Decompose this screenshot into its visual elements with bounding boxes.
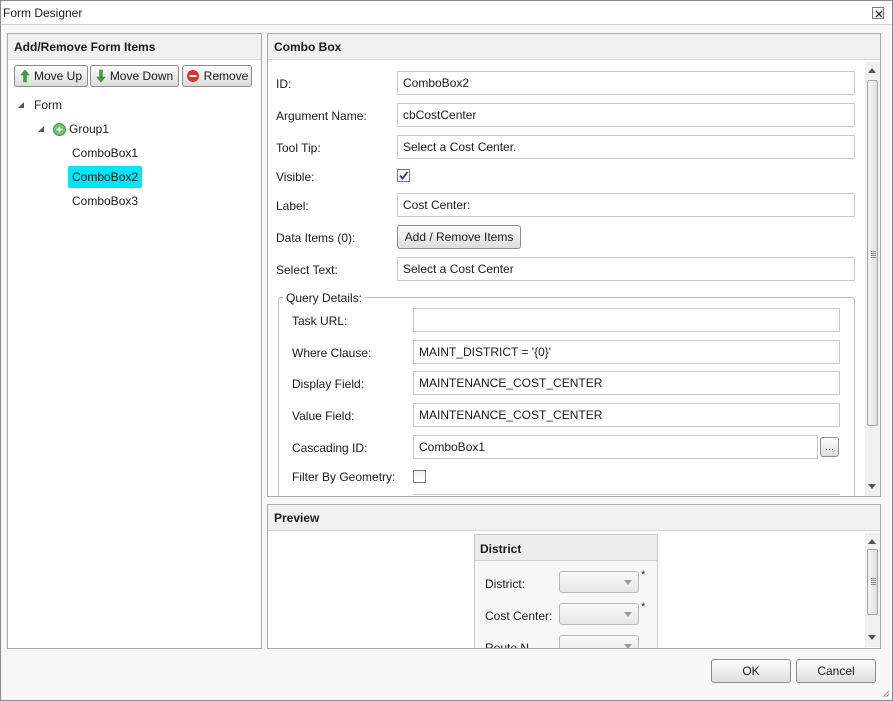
tree-node-combobox3[interactable]: ComboBox3	[72, 190, 138, 212]
tree-node-group1-label: Group1	[69, 122, 110, 136]
group-add-icon	[53, 123, 66, 136]
scroll-down-arrow[interactable]	[868, 484, 876, 489]
combo-box-properties-panel: Combo Box ID: Argument Name: Tool Tip: V…	[267, 33, 881, 497]
browse-label: ...	[824, 441, 835, 453]
resize-grip-icon[interactable]	[880, 688, 890, 698]
scroll-up-arrow[interactable]	[868, 68, 876, 73]
close-icon	[875, 10, 883, 18]
where-clause-label: Where Clause:	[292, 346, 372, 360]
tree-node-label: ComboBox1	[72, 146, 139, 160]
checkmark-icon	[399, 171, 409, 180]
filter-by-geometry-checkbox[interactable]	[413, 470, 426, 483]
scroll-down-arrow[interactable]	[868, 635, 876, 640]
cascading-id-field[interactable]	[413, 435, 818, 459]
visible-label: Visible:	[276, 170, 315, 184]
preview-panel: Preview District District: * Cost Center…	[267, 504, 881, 649]
preview-district-card: District District: * Cost Center: * Rout…	[474, 534, 658, 649]
where-clause-field[interactable]	[413, 340, 840, 364]
id-field[interactable]	[397, 71, 855, 95]
arrow-down-icon	[96, 69, 106, 83]
cancel-button[interactable]: Cancel	[796, 659, 876, 683]
move-down-label: Move Down	[109, 69, 174, 83]
visible-checkbox[interactable]	[397, 169, 410, 182]
preview-district-dropdown[interactable]	[559, 571, 639, 593]
combo-box-header: Combo Box	[268, 34, 880, 60]
tree-node-label: ComboBox2	[72, 170, 139, 184]
display-field-label: Display Field:	[292, 377, 365, 391]
expand-triangle-icon[interactable]	[17, 101, 25, 109]
arrow-up-icon	[20, 69, 30, 83]
required-star: *	[641, 601, 646, 613]
window-title: Form Designer	[3, 6, 83, 20]
tool-tip-label: Tool Tip:	[276, 141, 321, 155]
preview-route-dropdown[interactable]	[559, 635, 639, 648]
preview-card-title: District	[475, 535, 657, 561]
form-designer-window: Form Designer Add/Remove Form Items Move…	[0, 0, 893, 701]
preview-district-label: District:	[485, 577, 525, 591]
data-items-label: Data Items (0):	[276, 231, 356, 245]
cascading-id-browse-button[interactable]: ...	[820, 437, 839, 457]
label-label: Label:	[276, 199, 309, 213]
dropdown-caret-icon	[624, 644, 632, 648]
tree-node-combobox1[interactable]: ComboBox1	[72, 142, 138, 164]
task-url-label: Task URL:	[292, 314, 348, 328]
tool-tip-field[interactable]	[397, 135, 855, 159]
remove-button[interactable]: Remove	[182, 65, 252, 87]
expand-triangle-icon[interactable]	[37, 125, 45, 133]
cascading-id-label: Cascading ID:	[292, 441, 368, 455]
tree-node-combobox2[interactable]: ComboBox2	[68, 166, 143, 188]
dropdown-caret-icon	[624, 580, 632, 585]
argument-name-label: Argument Name:	[276, 109, 367, 123]
display-field-field[interactable]	[413, 371, 840, 395]
value-field-field[interactable]	[413, 403, 840, 427]
scroll-thumb[interactable]	[867, 80, 878, 426]
tree-node-form[interactable]: Form	[34, 94, 62, 116]
close-button[interactable]	[872, 7, 884, 19]
next-field-edge	[413, 494, 840, 495]
move-up-button[interactable]: Move Up	[14, 65, 88, 87]
preview-header: Preview	[268, 505, 880, 531]
value-field-label: Value Field:	[292, 409, 355, 423]
cancel-label: Cancel	[817, 664, 855, 678]
properties-scrollbar[interactable]	[865, 62, 880, 496]
remove-label: Remove	[203, 69, 249, 83]
form-items-panel: Add/Remove Form Items Move Up Move Down …	[7, 33, 262, 649]
filter-by-geometry-label: Filter By Geometry:	[292, 470, 396, 484]
task-url-field[interactable]	[413, 308, 840, 332]
select-text-field[interactable]	[397, 257, 855, 281]
dropdown-caret-icon	[624, 612, 632, 617]
preview-scrollbar[interactable]	[865, 533, 880, 647]
scroll-up-arrow[interactable]	[868, 539, 876, 544]
title-bar: Form Designer	[1, 1, 892, 25]
scroll-thumb[interactable]	[867, 549, 878, 615]
id-label: ID:	[276, 77, 292, 91]
form-items-header: Add/Remove Form Items	[8, 34, 261, 60]
tree-node-label: ComboBox3	[72, 194, 139, 208]
tree-node-form-label: Form	[34, 98, 62, 112]
label-field[interactable]	[397, 193, 855, 217]
move-up-label: Move Up	[33, 69, 83, 83]
ok-button[interactable]: OK	[711, 659, 791, 683]
preview-route-label: Route N	[485, 641, 530, 649]
ok-label: OK	[742, 664, 760, 678]
remove-icon	[186, 70, 199, 82]
preview-cost-center-dropdown[interactable]	[559, 603, 639, 625]
tree-node-group1[interactable]: Group1	[69, 118, 109, 140]
argument-name-field[interactable]	[397, 103, 855, 127]
query-details-legend: Query Details:	[283, 291, 366, 305]
move-down-button[interactable]: Move Down	[90, 65, 179, 87]
add-remove-items-label: Add / Remove Items	[404, 230, 514, 244]
preview-cost-center-label: Cost Center:	[485, 609, 553, 623]
select-text-label: Select Text:	[276, 263, 338, 277]
required-star: *	[641, 569, 646, 581]
add-remove-items-button[interactable]: Add / Remove Items	[397, 225, 521, 249]
